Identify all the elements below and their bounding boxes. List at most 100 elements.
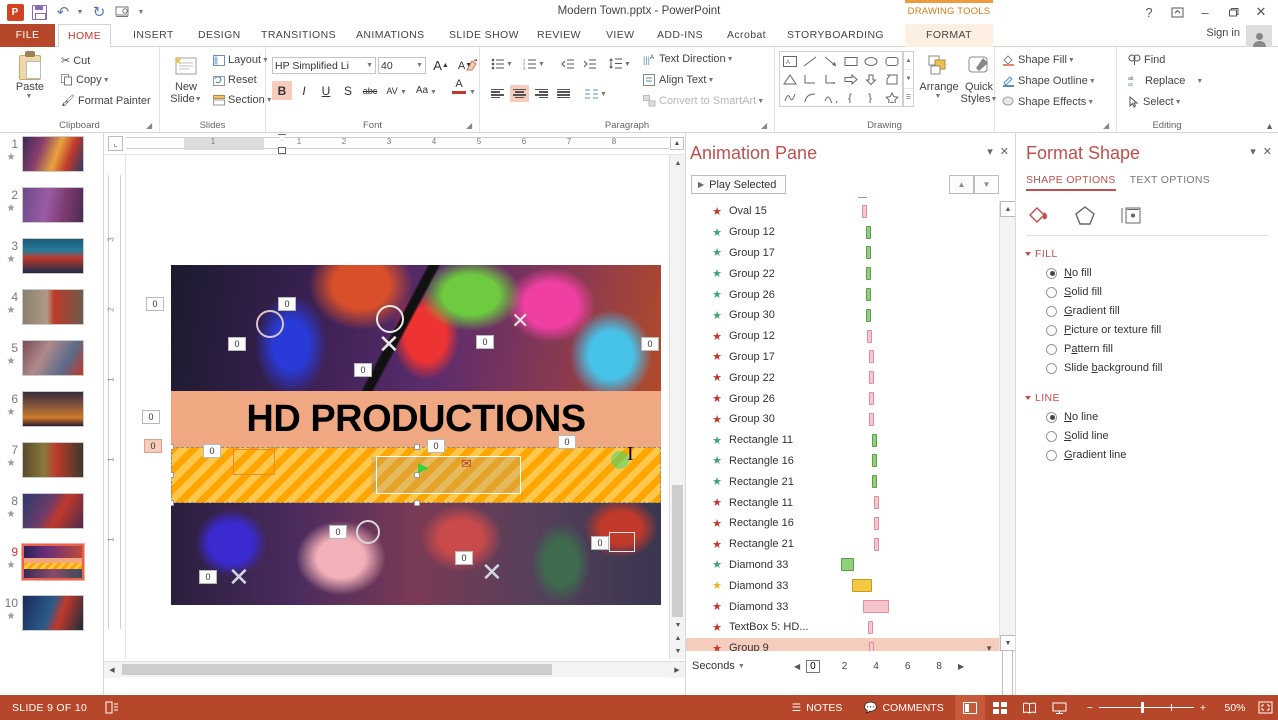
paste-dropdown-icon[interactable]: ▼	[4, 93, 54, 100]
shape-right-brace[interactable]: }	[861, 88, 881, 106]
normal-view-icon[interactable]	[954, 695, 985, 720]
thumbnail-1[interactable]: 1 ★	[0, 133, 103, 184]
canvas-horizontal-scrollbar[interactable]: ◀ ▶	[104, 661, 685, 678]
slideshow-icon[interactable]	[1045, 695, 1075, 720]
minimize-button[interactable]: –	[1192, 2, 1218, 22]
resize-handle-tc[interactable]	[414, 444, 420, 450]
align-left-button[interactable]	[488, 85, 507, 102]
copy-button[interactable]: Copy ▼	[58, 73, 113, 87]
tab-design[interactable]: DESIGN	[189, 24, 250, 47]
tab-text-options[interactable]: TEXT OPTIONS	[1130, 174, 1210, 191]
slide-canvas[interactable]: HD PRODUCTIONS ✕ ✕ ✕ ✕ ▶ ✉ I	[171, 265, 661, 605]
animation-badge[interactable]: 0	[329, 525, 347, 539]
thumbnail-image[interactable]	[21, 543, 85, 581]
underline-button[interactable]: U	[316, 81, 336, 100]
animation-effect-row[interactable]: ★ TextBox 5: HD...	[686, 617, 999, 638]
animation-effect-row[interactable]: ★ Group 30	[686, 305, 999, 326]
shapes-scroll-up-icon[interactable]: ▲	[904, 52, 913, 71]
shape-scribble[interactable]	[780, 88, 800, 106]
shape-right-arrow[interactable]	[841, 70, 861, 88]
effects-icon[interactable]	[1070, 201, 1100, 229]
tab-shape-options[interactable]: SHAPE OPTIONS	[1026, 174, 1116, 191]
fill-option-picture-or-texture-fill[interactable]: Picture or texture fill	[1046, 324, 1278, 336]
animation-row-dropdown-icon[interactable]: ▼	[985, 644, 993, 651]
paste-button[interactable]: Paste ▼	[6, 51, 54, 100]
font-size-input[interactable]: 40 ▼	[378, 57, 426, 74]
cross-shape[interactable]: ✕	[378, 331, 402, 357]
first-line-indent-marker[interactable]	[278, 134, 286, 141]
animation-effect-row[interactable]: ★ Rectangle 11	[686, 430, 999, 451]
zoom-thumb[interactable]	[1140, 702, 1144, 713]
help-icon[interactable]: ?	[1136, 2, 1162, 22]
quick-styles-button[interactable]: Quick Styles ▼	[961, 51, 997, 105]
tab-slide-show[interactable]: SLIDE SHOW	[440, 24, 528, 47]
font-size-dropdown-icon[interactable]: ▼	[416, 62, 423, 69]
slide-title-text[interactable]: HD PRODUCTIONS	[171, 391, 661, 447]
pane-options-icon[interactable]: ▾	[987, 145, 993, 158]
scroll-right-icon[interactable]: ▶	[669, 662, 685, 678]
oval-shape[interactable]	[256, 310, 284, 338]
animation-badge[interactable]: 0	[278, 297, 296, 311]
line-option-solid-line[interactable]: Solid line	[1046, 430, 1278, 442]
clipboard-dialog-launcher[interactable]: ◢	[146, 121, 155, 130]
font-dialog-launcher[interactable]: ◢	[466, 121, 475, 130]
animation-effect-row[interactable]: ★ Diamond 33	[686, 555, 999, 576]
cross-shape[interactable]: ✕	[228, 564, 252, 590]
avatar[interactable]	[1246, 25, 1272, 48]
tab-view[interactable]: VIEW	[597, 24, 643, 47]
select-button[interactable]: Select ▼	[1125, 95, 1185, 109]
animation-timing-bar[interactable]	[869, 371, 874, 385]
notes-button[interactable]: ☰ NOTES	[781, 695, 854, 720]
tab-add-ins[interactable]: ADD-INS	[648, 24, 712, 47]
replace-dropdown-icon[interactable]: ▼	[1196, 78, 1203, 85]
shape-fill-button[interactable]: Shape Fill ▼	[999, 53, 1078, 67]
fill-option-pattern-fill[interactable]: Pattern fill	[1046, 343, 1278, 355]
scrollbar-thumb[interactable]	[122, 664, 552, 675]
bold-button[interactable]: B	[272, 81, 292, 100]
format-painter-button[interactable]: 🖌 Format Painter	[58, 93, 154, 108]
timeline-unit-label[interactable]: Seconds	[692, 660, 735, 672]
animation-effect-row[interactable]: ★ Group 26	[686, 388, 999, 409]
text-shadow-button[interactable]: S	[338, 81, 358, 100]
fill-option-no-fill[interactable]: No fill	[1046, 267, 1278, 279]
italic-button[interactable]: I	[294, 81, 314, 100]
tab-storyboarding[interactable]: STORYBOARDING	[778, 24, 893, 47]
move-earlier-button[interactable]: ▲	[949, 175, 974, 194]
shapes-more-icon[interactable]: ☰	[904, 89, 913, 106]
cut-button[interactable]: ✂ Cut	[58, 53, 93, 68]
increase-indent-button[interactable]	[580, 55, 599, 72]
shape-elbow-connector[interactable]	[800, 70, 820, 88]
animation-effect-row[interactable]: ★ Group 22	[686, 367, 999, 388]
animation-effect-row[interactable]: ★ Group 26	[686, 284, 999, 305]
shape-outline-dropdown-icon[interactable]: ▼	[1089, 78, 1096, 85]
thumbnail-5[interactable]: 5 ★	[0, 337, 103, 388]
align-text-dropdown-icon[interactable]: ▼	[708, 77, 715, 84]
shape-left-brace[interactable]: {	[841, 88, 861, 106]
animation-badge[interactable]: 0	[199, 570, 217, 584]
line-spacing-dropdown-icon[interactable]: ▼	[624, 61, 631, 68]
font-color-dropdown-icon[interactable]: ▼	[469, 89, 476, 96]
thumbnail-4[interactable]: 4 ★	[0, 286, 103, 337]
animation-badge[interactable]: 0	[228, 337, 246, 351]
shape-triangle[interactable]	[780, 70, 800, 88]
line-option-gradient-line[interactable]: Gradient line	[1046, 449, 1278, 461]
animation-badge[interactable]: 0	[427, 439, 445, 453]
strikethrough-button[interactable]: abc	[360, 81, 380, 100]
shape-fill-dropdown-icon[interactable]: ▼	[1068, 57, 1075, 64]
align-text-button[interactable]: Align Text ▼	[640, 73, 717, 87]
animation-timing-bar[interactable]	[866, 246, 871, 260]
bullets-button[interactable]	[488, 55, 507, 72]
horizontal-ruler[interactable]: ⌞ 1 1 2 3 4 5 6 7 8 ▲	[104, 133, 685, 155]
language-icon[interactable]	[105, 701, 120, 714]
animation-badge[interactable]: 0	[146, 297, 164, 311]
reset-button[interactable]: Reset	[210, 73, 260, 87]
rectangle-shape[interactable]	[609, 532, 635, 552]
comments-button[interactable]: 💬 COMMENTS	[853, 695, 954, 720]
animation-timing-bar[interactable]	[869, 350, 874, 364]
animation-timing-bar[interactable]	[874, 537, 879, 551]
animation-effect-row[interactable]: ★ Group 17	[686, 347, 999, 368]
numbering-button[interactable]: 123	[520, 55, 539, 72]
scroll-left-icon[interactable]: ◀	[104, 662, 120, 678]
thumbnail-6[interactable]: 6 ★	[0, 388, 103, 439]
animation-timing-bar[interactable]	[874, 496, 879, 510]
